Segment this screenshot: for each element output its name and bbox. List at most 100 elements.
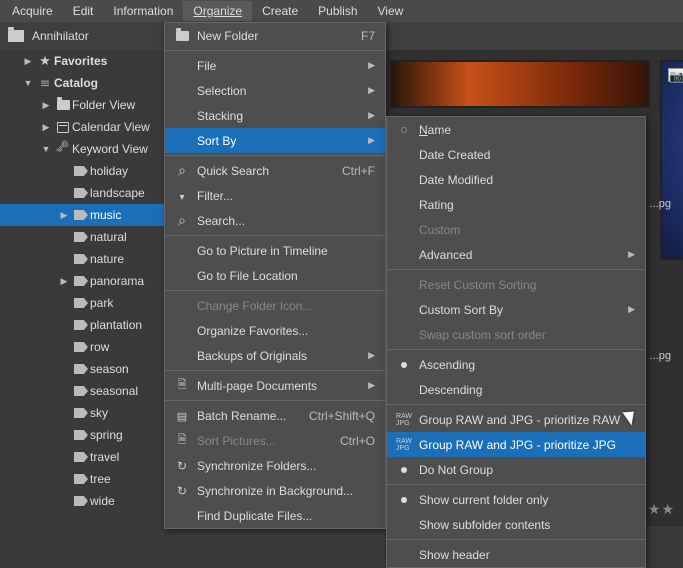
menu-information[interactable]: Information [103, 1, 183, 21]
organize-menu-item[interactable]: Sort By▶ [165, 128, 385, 153]
organize-menu-item[interactable]: Go to File Location [165, 263, 385, 288]
menu-item-label: Do Not Group [415, 463, 635, 477]
menu-item-label: Custom [415, 223, 635, 237]
menu-acquire[interactable]: Acquire [2, 1, 63, 21]
rawjpg-icon: RAWJPG [396, 413, 412, 427]
organize-menu-item[interactable]: Find Duplicate Files... [165, 503, 385, 528]
tag-icon [74, 166, 88, 176]
organize-menu-item[interactable]: Search... [165, 208, 385, 233]
menu-item-label: Date Modified [415, 173, 635, 187]
menu-item-label: Sort By [193, 134, 354, 148]
tag-icon [74, 452, 88, 462]
radio-off-icon [401, 127, 407, 133]
tag-icon [74, 210, 88, 220]
organize-menu-item[interactable]: Backups of Originals▶ [165, 343, 385, 368]
menu-item-label: New Folder [193, 29, 341, 43]
submenu-arrow-icon: ▶ [354, 350, 375, 361]
path-segment[interactable]: Annihilator [32, 29, 89, 43]
submenu-arrow-icon: ▶ [354, 85, 375, 96]
menu-item-label: Ascending [415, 358, 635, 372]
sync-icon [177, 459, 187, 473]
organize-menu-item[interactable]: Stacking▶ [165, 103, 385, 128]
tag-icon [74, 254, 88, 264]
menu-item-label: Find Duplicate Files... [193, 509, 375, 523]
organize-menu-item[interactable]: Selection▶ [165, 78, 385, 103]
organize-menu-item[interactable]: Quick SearchCtrl+F [165, 158, 385, 183]
sortby-menu-item[interactable]: Advanced▶ [387, 242, 645, 267]
tag-icon [74, 430, 88, 440]
menu-item-label: Rating [415, 198, 635, 212]
sortby-menu-item[interactable]: Do Not Group [387, 457, 645, 482]
menu-item-label: File [193, 59, 354, 73]
organize-menu-item[interactable]: Synchronize Folders... [165, 453, 385, 478]
organize-menu-item[interactable]: Organize Favorites... [165, 318, 385, 343]
organize-menu-item: Change Folder Icon... [165, 293, 385, 318]
folder-icon [57, 100, 70, 110]
tag-icon [74, 496, 88, 506]
camera-badge-icon: 📷 [668, 68, 683, 82]
thumbnail[interactable]: 📷 🏷 ↻ [660, 60, 683, 260]
tag-icon [74, 342, 88, 352]
sortby-menu-item: Reset Custom Sorting [387, 272, 645, 297]
menu-edit[interactable]: Edit [63, 1, 104, 21]
sortby-menu-item[interactable]: Show header [387, 542, 645, 567]
tag-icon [74, 188, 88, 198]
sortby-menu-item[interactable]: RAWJPGGroup RAW and JPG - prioritize RAW [387, 407, 645, 432]
menu-item-label: Group RAW and JPG - prioritize JPG [415, 438, 635, 452]
menu-item-label: Show header [415, 548, 635, 562]
sortby-menu-item[interactable]: Show subfolder contents [387, 512, 645, 537]
sortby-menu-item: Custom [387, 217, 645, 242]
menu-item-label: Synchronize Folders... [193, 459, 375, 473]
menu-item-label: Quick Search [193, 164, 322, 178]
menu-shortcut: Ctrl+F [322, 164, 375, 178]
organize-menu-item[interactable]: Multi-page Documents▶ [165, 373, 385, 398]
organize-menu-item[interactable]: Filter... [165, 183, 385, 208]
tag-icon [74, 320, 88, 330]
menu-organize[interactable]: Organize [183, 1, 252, 21]
thumbnail[interactable] [390, 60, 650, 108]
sortby-menu-item[interactable]: Descending [387, 377, 645, 402]
submenu-arrow-icon: ▶ [354, 135, 375, 146]
sortby-menu-item[interactable]: Name [387, 117, 645, 142]
radio-on-icon [401, 467, 407, 473]
organize-menu-item[interactable]: Synchronize in Background... [165, 478, 385, 503]
sortby-menu-item[interactable]: Date Modified [387, 167, 645, 192]
sortby-menu-item[interactable]: Show current folder only [387, 487, 645, 512]
menu-shortcut: Ctrl+O [320, 434, 375, 448]
sortby-menu-item[interactable]: Custom Sort By▶ [387, 297, 645, 322]
menu-item-label: Date Created [415, 148, 635, 162]
organize-menu-item: Sort Pictures...Ctrl+O [165, 428, 385, 453]
menu-shortcut: F7 [341, 29, 375, 43]
menu-item-label: Sort Pictures... [193, 434, 320, 448]
new-folder-icon [176, 31, 189, 41]
sortby-menu-item[interactable]: Ascending [387, 352, 645, 377]
organize-menu: New FolderF7File▶Selection▶Stacking▶Sort… [164, 22, 386, 529]
menu-item-label: Reset Custom Sorting [415, 278, 635, 292]
menu-item-label: Group RAW and JPG - prioritize RAW [415, 413, 635, 427]
sortby-menu-item[interactable]: Date Created [387, 142, 645, 167]
organize-menu-item[interactable]: Go to Picture in Timeline [165, 238, 385, 263]
menu-item-label: Synchronize in Background... [193, 484, 375, 498]
tag-icon [74, 364, 88, 374]
batch-icon [177, 409, 187, 423]
submenu-arrow-icon: ▶ [614, 249, 635, 260]
menu-create[interactable]: Create [252, 1, 308, 21]
jpgraw-icon: RAWJPG [396, 438, 412, 452]
doc-icon [178, 431, 187, 450]
organize-menu-item[interactable]: Batch Rename...Ctrl+Shift+Q [165, 403, 385, 428]
calendar-icon [57, 122, 69, 133]
menu-view[interactable]: View [368, 1, 414, 21]
menu-item-label: Search... [193, 214, 375, 228]
menu-item-label: Stacking [193, 109, 354, 123]
sortby-menu-item[interactable]: RAWJPGGroup RAW and JPG - prioritize JPG [387, 432, 645, 457]
menu-publish[interactable]: Publish [308, 1, 367, 21]
organize-menu-item[interactable]: New FolderF7 [165, 23, 385, 48]
star-icon [36, 53, 54, 69]
tag-icon [74, 232, 88, 242]
thumb-rating[interactable]: ★★ [648, 501, 675, 518]
sortby-menu-item[interactable]: Rating [387, 192, 645, 217]
menu-item-label: Filter... [193, 189, 375, 203]
folder-icon [8, 30, 24, 42]
tag-icon [74, 408, 88, 418]
organize-menu-item[interactable]: File▶ [165, 53, 385, 78]
